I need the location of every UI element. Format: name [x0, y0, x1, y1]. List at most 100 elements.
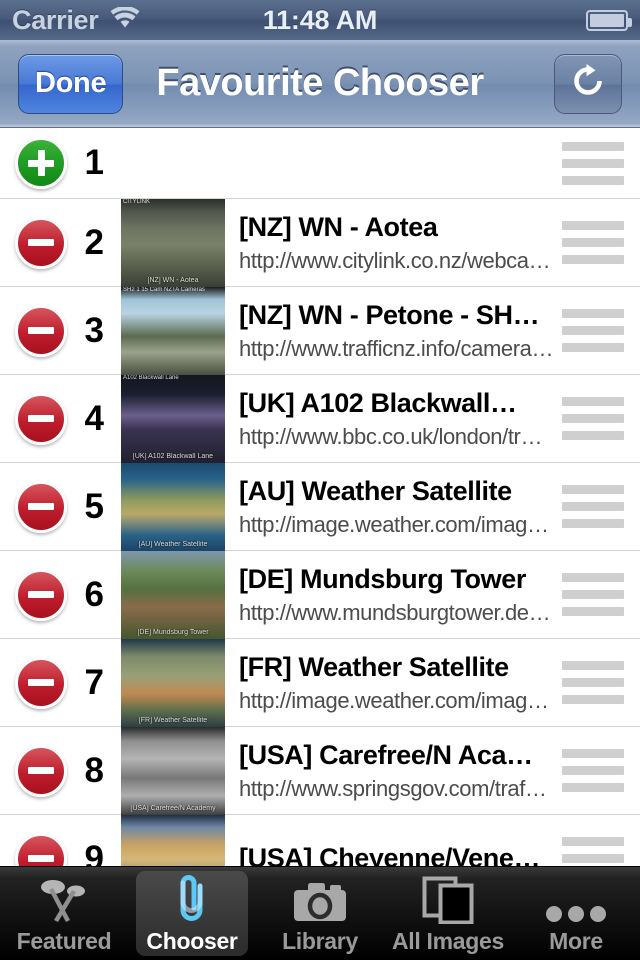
tab-library[interactable]: Library [256, 867, 384, 960]
delete-row-button[interactable] [15, 568, 67, 621]
battery-icon [586, 9, 632, 31]
reorder-handle-icon[interactable] [562, 837, 624, 866]
row-text-block: [NZ] WN - Petone - SH… http://www.traffic… [239, 300, 562, 361]
minus-circle-icon [15, 304, 67, 357]
reorder-handle-icon[interactable] [562, 749, 624, 792]
thumbnail-top-label: SH2 1 15 Cam NZTA Cameras [123, 286, 205, 293]
row-text-block: [USA] Cheyenne/Vene… [239, 843, 562, 866]
reorder-handle-icon[interactable] [562, 141, 624, 185]
wifi-icon [110, 5, 140, 34]
table-row[interactable]: 9 [USA] Cheyenne/Vene… [0, 814, 640, 867]
delete-row-button[interactable] [15, 304, 67, 357]
delete-row-button[interactable] [15, 656, 67, 709]
reorder-handle-icon[interactable] [562, 661, 624, 704]
reorder-handle-icon[interactable] [562, 221, 624, 264]
tab-label: Library [282, 928, 358, 954]
favourites-list[interactable]: 1 2 CITYLINK [NZ] WN - Aotea [NZ] WN - Aotea… [0, 128, 640, 866]
camera-thumbnail [121, 814, 225, 866]
table-row[interactable]: 8 [USA] Carefree/N Academy [USA] Carefree/… [0, 726, 640, 815]
tab-label: More [549, 928, 603, 954]
row-text-block: [UK] A102 Blackwall… http://www.bbc.co.uk… [239, 388, 562, 449]
row-index-label: 6 [84, 574, 104, 614]
row-title: [DE] Mundsburg Tower [239, 563, 526, 594]
tab-label: Featured [16, 928, 112, 954]
row-index-label: 9 [84, 838, 104, 867]
camera-icon [292, 872, 348, 924]
tab-label: Chooser [146, 928, 238, 954]
reorder-handle-icon[interactable] [562, 485, 624, 528]
table-row[interactable]: 4 A102 Blackwall Lane [UK] A102 Blackwall … [0, 374, 640, 463]
carrier-label: Carrier [12, 4, 99, 35]
thumbnail-top-label [121, 463, 225, 472]
status-bar: Carrier 11:48 AM [0, 0, 640, 40]
app-root: Carrier 11:48 AM Done Favourite Chooser [0, 0, 640, 960]
delete-row-button[interactable] [15, 216, 67, 269]
thumbnail-top-label [121, 639, 225, 648]
add-row-button[interactable] [15, 137, 67, 189]
thumbnail-placeholder [121, 128, 225, 207]
featured-star-icon [36, 872, 92, 924]
thumbnail-top-label [121, 551, 225, 560]
row-index-label: 5 [84, 486, 104, 526]
row-index-label: 4 [84, 398, 104, 438]
row-title: [NZ] WN - Petone - SH… [239, 299, 540, 330]
delete-row-button[interactable] [15, 392, 67, 445]
table-row[interactable]: 5 [AU] Weather Satellite [AU] Weather Sate… [0, 462, 640, 551]
row-url: http://www.trafficnz.info/camera… [239, 335, 554, 361]
thumbnail-caption: [USA] Carefree/N Academy [130, 804, 216, 812]
refresh-icon [570, 63, 606, 104]
minus-circle-icon [15, 568, 67, 621]
row-url: http://image.weather.com/imag… [239, 687, 549, 713]
reorder-handle-icon[interactable] [562, 309, 624, 352]
camera-thumbnail: [DE] Mundsburg Tower [121, 550, 225, 639]
reorder-handle-icon[interactable] [562, 397, 624, 440]
table-row[interactable]: 1 [0, 128, 640, 199]
tab-featured[interactable]: Featured [0, 867, 128, 960]
delete-row-button[interactable] [15, 744, 67, 797]
stacked-photos-icon [422, 872, 474, 924]
row-title: [USA] Carefree/N Aca… [239, 739, 533, 770]
minus-circle-icon [15, 216, 67, 269]
delete-row-button[interactable] [15, 480, 67, 533]
row-url: http://www.mundsburgtower.de… [239, 599, 551, 625]
camera-thumbnail: [FR] Weather Satellite [121, 638, 225, 727]
camera-thumbnail: CITYLINK [NZ] WN - Aotea [121, 198, 225, 287]
tab-bar: Featured Chooser Library All Images More [0, 866, 640, 960]
row-text-block: [USA] Carefree/N Aca… http://www.springsg… [239, 740, 562, 801]
row-title: [UK] A102 Blackwall… [239, 387, 517, 418]
reorder-handle-icon[interactable] [562, 573, 624, 616]
delete-row-button[interactable] [15, 832, 67, 866]
done-button[interactable]: Done [18, 53, 124, 114]
thumbnail-caption: [DE] Mundsburg Tower [137, 628, 209, 636]
thumbnail-top-label: A102 Blackwall Lane [123, 374, 179, 381]
thumbnail-top-label: CITYLINK [123, 198, 151, 205]
camera-thumbnail: SH2 1 15 Cam NZTA Cameras [121, 286, 225, 375]
camera-thumbnail: A102 Blackwall Lane [UK] A102 Blackwall L… [121, 374, 225, 463]
refresh-button[interactable] [554, 53, 622, 114]
status-right [586, 9, 632, 31]
tab-more[interactable]: More [512, 867, 640, 960]
row-title: [FR] Weather Satellite [239, 651, 509, 682]
row-title: [AU] Weather Satellite [239, 475, 512, 506]
camera-thumbnail: [AU] Weather Satellite [121, 462, 225, 551]
thumbnail-top-label [121, 815, 225, 824]
row-url: http://image.weather.com/imag… [239, 511, 549, 537]
row-url: http://www.springsgov.com/traf… [239, 775, 547, 801]
row-index-label: 2 [84, 222, 104, 262]
thumbnail-caption: [FR] Weather Satellite [138, 716, 208, 724]
tab-label: All Images [391, 928, 505, 954]
minus-circle-icon [15, 832, 67, 866]
plus-circle-icon [15, 137, 67, 189]
row-text-block: [DE] Mundsburg Tower http://www.mundsburg… [239, 564, 562, 625]
minus-circle-icon [15, 392, 67, 445]
thumbnail-caption: [NZ] WN - Aotea [147, 276, 199, 284]
thumbnail-caption: [AU] Weather Satellite [138, 540, 208, 548]
row-index-label: 1 [84, 143, 104, 182]
tab-all-images[interactable]: All Images [384, 867, 512, 960]
table-row[interactable]: 7 [FR] Weather Satellite [FR] Weather Sate… [0, 638, 640, 727]
navigation-bar: Done Favourite Chooser [0, 40, 640, 128]
tab-chooser[interactable]: Chooser [128, 867, 256, 960]
table-row[interactable]: 2 CITYLINK [NZ] WN - Aotea [NZ] WN - Aotea h… [0, 198, 640, 287]
table-row[interactable]: 6 [DE] Mundsburg Tower [DE] Mundsburg Towe… [0, 550, 640, 639]
table-row[interactable]: 3 SH2 1 15 Cam NZTA Cameras [NZ] WN - Peto… [0, 286, 640, 375]
